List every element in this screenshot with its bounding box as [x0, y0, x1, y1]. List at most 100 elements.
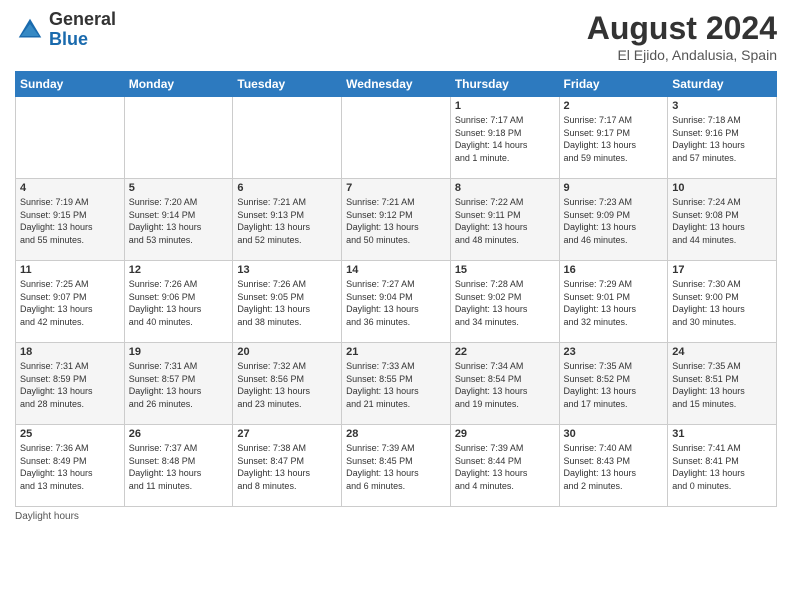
day-number: 13 [237, 264, 337, 276]
week-row-5: 25 Sunrise: 7:36 AM Sunset: 8:49 PM Dayli… [16, 425, 777, 507]
day-number: 16 [564, 264, 664, 276]
logo-icon [15, 15, 45, 45]
day-number: 11 [20, 264, 120, 276]
calendar-cell: 24Sunrise: 7:35 AM Sunset: 8:51 PM Dayli… [668, 343, 777, 425]
page-container: General Blue August 2024 El Ejido, Andal… [0, 0, 792, 612]
calendar-cell: 18 Sunrise: 7:31 AM Sunset: 8:59 PM Dayli… [16, 343, 125, 425]
day-info: Sunrise: 7:36 AM Sunset: 8:49 PM Dayligh… [20, 442, 120, 492]
week-row-4: 18 Sunrise: 7:31 AM Sunset: 8:59 PM Dayli… [16, 343, 777, 425]
calendar-cell: 22 Sunrise: 7:34 AM Sunset: 8:54 PM Dayli… [450, 343, 559, 425]
day-number: 22 [455, 346, 555, 358]
calendar-cell: 26 Sunrise: 7:37 AM Sunset: 8:48 PM Dayli… [124, 425, 233, 507]
col-header-thursday: Thursday [450, 72, 559, 97]
day-number: 15 [455, 264, 555, 276]
day-info: Sunrise: 7:30 AM Sunset: 9:00 PM Dayligh… [672, 278, 772, 328]
calendar-cell [124, 97, 233, 179]
day-info: Sunrise: 7:17 AM Sunset: 9:18 PM Dayligh… [455, 114, 555, 164]
page-header: General Blue August 2024 El Ejido, Andal… [15, 10, 777, 63]
day-info: Sunrise: 7:39 AM Sunset: 8:44 PM Dayligh… [455, 442, 555, 492]
day-number: 14 [346, 264, 446, 276]
day-number: 27 [237, 428, 337, 440]
day-info: Sunrise: 7:17 AM Sunset: 9:17 PM Dayligh… [564, 114, 664, 164]
day-info: Sunrise: 7:35 AM Sunset: 8:52 PM Dayligh… [564, 360, 664, 410]
day-info: Sunrise: 7:32 AM Sunset: 8:56 PM Dayligh… [237, 360, 337, 410]
day-number: 28 [346, 428, 446, 440]
day-number: 6 [237, 182, 337, 194]
col-header-tuesday: Tuesday [233, 72, 342, 97]
day-info: Sunrise: 7:24 AM Sunset: 9:08 PM Dayligh… [672, 196, 772, 246]
calendar-cell: 30 Sunrise: 7:40 AM Sunset: 8:43 PM Dayli… [559, 425, 668, 507]
day-number: 7 [346, 182, 446, 194]
day-number: 4 [20, 182, 120, 194]
day-number: 19 [129, 346, 229, 358]
day-number: 30 [564, 428, 664, 440]
day-info: Sunrise: 7:34 AM Sunset: 8:54 PM Dayligh… [455, 360, 555, 410]
day-info: Sunrise: 7:20 AM Sunset: 9:14 PM Dayligh… [129, 196, 229, 246]
day-number: 24 [672, 346, 772, 358]
calendar-cell: 1 Sunrise: 7:17 AM Sunset: 9:18 PM Daylig… [450, 97, 559, 179]
day-info: Sunrise: 7:38 AM Sunset: 8:47 PM Dayligh… [237, 442, 337, 492]
calendar-cell: 14Sunrise: 7:27 AM Sunset: 9:04 PM Dayli… [342, 261, 451, 343]
day-number: 26 [129, 428, 229, 440]
calendar-cell: 27 Sunrise: 7:38 AM Sunset: 8:47 PM Dayli… [233, 425, 342, 507]
location: El Ejido, Andalusia, Spain [587, 47, 777, 63]
month-title: August 2024 [587, 10, 777, 47]
calendar-cell: 23 Sunrise: 7:35 AM Sunset: 8:52 PM Dayli… [559, 343, 668, 425]
day-info: Sunrise: 7:40 AM Sunset: 8:43 PM Dayligh… [564, 442, 664, 492]
calendar-cell: 8Sunrise: 7:22 AM Sunset: 9:11 PM Daylig… [450, 179, 559, 261]
calendar-cell: 13 Sunrise: 7:26 AM Sunset: 9:05 PM Dayli… [233, 261, 342, 343]
calendar-cell: 20 Sunrise: 7:32 AM Sunset: 8:56 PM Dayli… [233, 343, 342, 425]
calendar-table: SundayMondayTuesdayWednesdayThursdayFrid… [15, 71, 777, 507]
day-info: Sunrise: 7:19 AM Sunset: 9:15 PM Dayligh… [20, 196, 120, 246]
calendar-cell: 4 Sunrise: 7:19 AM Sunset: 9:15 PM Daylig… [16, 179, 125, 261]
calendar-cell: 11 Sunrise: 7:25 AM Sunset: 9:07 PM Dayli… [16, 261, 125, 343]
calendar-cell [16, 97, 125, 179]
calendar-cell: 29 Sunrise: 7:39 AM Sunset: 8:44 PM Dayli… [450, 425, 559, 507]
col-header-saturday: Saturday [668, 72, 777, 97]
calendar-cell: 9Sunrise: 7:23 AM Sunset: 9:09 PM Daylig… [559, 179, 668, 261]
col-header-monday: Monday [124, 72, 233, 97]
calendar-cell: 21Sunrise: 7:33 AM Sunset: 8:55 PM Dayli… [342, 343, 451, 425]
calendar-cell: 12Sunrise: 7:26 AM Sunset: 9:06 PM Dayli… [124, 261, 233, 343]
logo-blue: Blue [49, 30, 116, 50]
day-number: 29 [455, 428, 555, 440]
logo-text: General Blue [49, 10, 116, 50]
day-info: Sunrise: 7:28 AM Sunset: 9:02 PM Dayligh… [455, 278, 555, 328]
day-info: Sunrise: 7:31 AM Sunset: 8:59 PM Dayligh… [20, 360, 120, 410]
day-info: Sunrise: 7:25 AM Sunset: 9:07 PM Dayligh… [20, 278, 120, 328]
col-header-friday: Friday [559, 72, 668, 97]
day-number: 1 [455, 100, 555, 112]
day-number: 23 [564, 346, 664, 358]
day-info: Sunrise: 7:26 AM Sunset: 9:05 PM Dayligh… [237, 278, 337, 328]
day-number: 17 [672, 264, 772, 276]
calendar-cell [233, 97, 342, 179]
day-number: 21 [346, 346, 446, 358]
day-info: Sunrise: 7:31 AM Sunset: 8:57 PM Dayligh… [129, 360, 229, 410]
calendar-cell: 5 Sunrise: 7:20 AM Sunset: 9:14 PM Daylig… [124, 179, 233, 261]
day-number: 5 [129, 182, 229, 194]
day-info: Sunrise: 7:23 AM Sunset: 9:09 PM Dayligh… [564, 196, 664, 246]
day-number: 10 [672, 182, 772, 194]
calendar-cell [342, 97, 451, 179]
day-number: 31 [672, 428, 772, 440]
calendar-cell: 3 Sunrise: 7:18 AM Sunset: 9:16 PM Daylig… [668, 97, 777, 179]
week-row-1: 1 Sunrise: 7:17 AM Sunset: 9:18 PM Daylig… [16, 97, 777, 179]
week-row-3: 11 Sunrise: 7:25 AM Sunset: 9:07 PM Dayli… [16, 261, 777, 343]
calendar-cell: 31Sunrise: 7:41 AM Sunset: 8:41 PM Dayli… [668, 425, 777, 507]
day-number: 3 [672, 100, 772, 112]
day-number: 18 [20, 346, 120, 358]
day-number: 20 [237, 346, 337, 358]
col-header-sunday: Sunday [16, 72, 125, 97]
calendar-cell: 7Sunrise: 7:21 AM Sunset: 9:12 PM Daylig… [342, 179, 451, 261]
calendar-cell: 19 Sunrise: 7:31 AM Sunset: 8:57 PM Dayli… [124, 343, 233, 425]
title-block: August 2024 El Ejido, Andalusia, Spain [587, 10, 777, 63]
day-info: Sunrise: 7:29 AM Sunset: 9:01 PM Dayligh… [564, 278, 664, 328]
calendar-cell: 16 Sunrise: 7:29 AM Sunset: 9:01 PM Dayli… [559, 261, 668, 343]
logo: General Blue [15, 10, 116, 50]
day-number: 25 [20, 428, 120, 440]
day-info: Sunrise: 7:18 AM Sunset: 9:16 PM Dayligh… [672, 114, 772, 164]
calendar-cell: 10 Sunrise: 7:24 AM Sunset: 9:08 PM Dayli… [668, 179, 777, 261]
header-row: SundayMondayTuesdayWednesdayThursdayFrid… [16, 72, 777, 97]
day-info: Sunrise: 7:37 AM Sunset: 8:48 PM Dayligh… [129, 442, 229, 492]
footer-note: Daylight hours [15, 511, 777, 522]
